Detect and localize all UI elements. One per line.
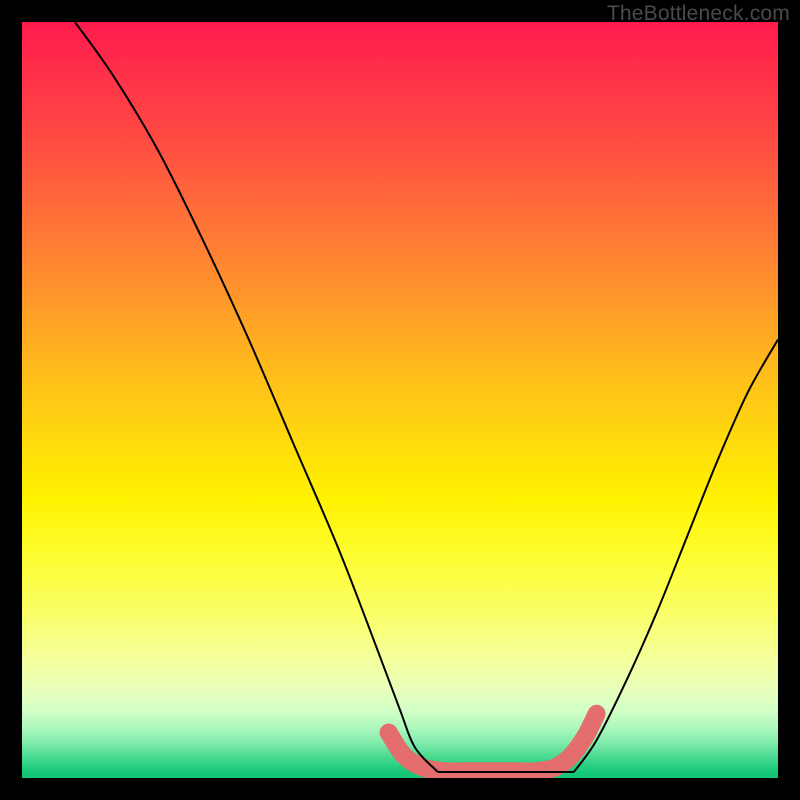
watermark-text: TheBottleneck.com	[607, 2, 790, 26]
chart-frame: TheBottleneck.com	[0, 0, 800, 800]
plot-area	[22, 22, 778, 778]
curve-layer	[22, 22, 778, 778]
right-curve	[574, 340, 778, 772]
salmon-dot-1	[395, 746, 413, 764]
salmon-dot-0	[380, 724, 398, 742]
left-curve	[75, 22, 438, 772]
salmon-overlay-stroke	[389, 714, 597, 772]
black-curves	[75, 22, 778, 772]
